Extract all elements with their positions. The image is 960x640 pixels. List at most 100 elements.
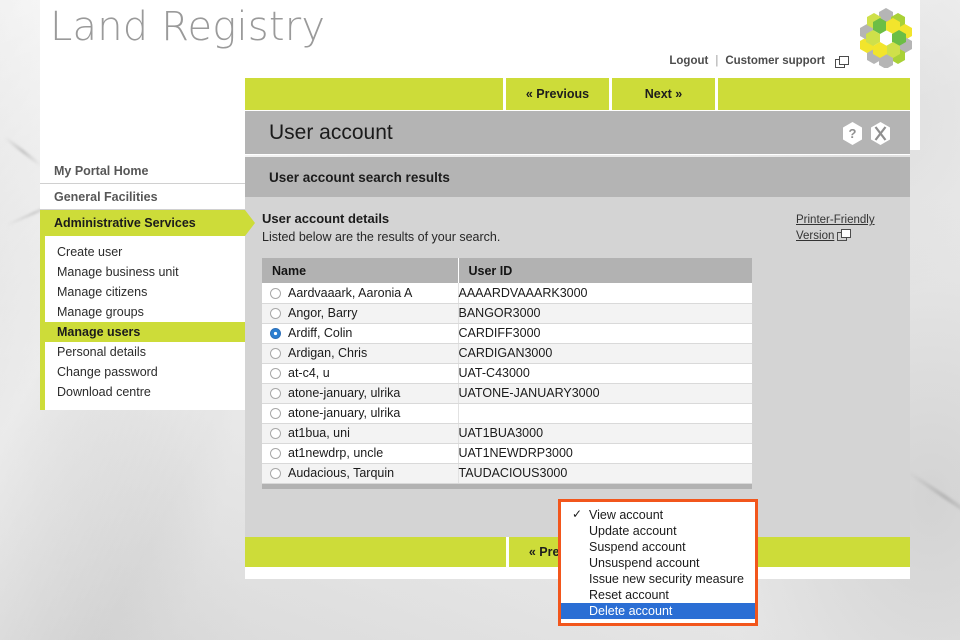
row-radio-button[interactable]	[270, 368, 281, 379]
check-icon: ✓	[572, 507, 582, 521]
table-row[interactable]: at-c4, uUAT-C43000	[262, 363, 752, 383]
table-row[interactable]: Audacious, TarquinTAUDACIOUS3000	[262, 463, 752, 483]
sidebar-active-label: Administrative Services	[54, 216, 196, 230]
top-navigation-bar: « Previous Next »	[245, 78, 910, 110]
row-radio-button[interactable]	[270, 408, 281, 419]
row-radio-button[interactable]	[270, 308, 281, 319]
row-radio-cell[interactable]	[262, 363, 288, 383]
sidebar-item-manage-users[interactable]: Manage users	[45, 322, 245, 342]
close-hex-icon[interactable]	[869, 121, 892, 146]
cell-name: atone-january, ulrika	[288, 383, 458, 403]
cell-user-id: UAT1NEWDRP3000	[458, 443, 752, 463]
menu-item-label: Suspend account	[589, 540, 686, 554]
row-radio-button[interactable]	[270, 288, 281, 299]
title-bar-icons: ?	[841, 121, 892, 146]
printer-friendly-line1[interactable]: Printer-Friendly	[796, 214, 875, 226]
table-row[interactable]: atone-january, ulrika	[262, 403, 752, 423]
sidebar-item-general-facilities[interactable]: General Facilities	[40, 184, 245, 210]
cell-name: atone-january, ulrika	[288, 403, 458, 423]
sidebar-item-download-centre[interactable]: Download centre	[45, 382, 245, 402]
row-radio-cell[interactable]	[262, 303, 288, 323]
main-content: « Previous Next » User account ? User ac…	[245, 78, 920, 552]
account-action-menu[interactable]: ✓ View account Update account Suspend accou…	[558, 499, 758, 626]
cell-name: Angor, Barry	[288, 303, 458, 323]
help-hex-icon[interactable]: ?	[841, 121, 864, 146]
svg-text:?: ?	[849, 126, 857, 141]
sidebar: My Portal Home General Facilities Adminis…	[40, 158, 245, 410]
menu-item-label: Issue new security measure	[589, 572, 744, 586]
row-radio-cell[interactable]	[262, 443, 288, 463]
cell-user-id: CARDIGAN3000	[458, 343, 752, 363]
sidebar-item-label: My Portal Home	[54, 164, 148, 178]
row-radio-button[interactable]	[270, 388, 281, 399]
logout-link[interactable]: Logout	[669, 55, 708, 67]
table-row[interactable]: Ardiff, ColinCARDIFF3000	[262, 323, 752, 343]
row-radio-cell[interactable]	[262, 283, 288, 303]
cell-user-id: CARDIFF3000	[458, 323, 752, 343]
sidebar-item-my-portal-home[interactable]: My Portal Home	[40, 158, 245, 184]
menu-item-label: View account	[589, 508, 663, 522]
sidebar-item-change-password[interactable]: Change password	[45, 362, 245, 382]
navbar-tail	[718, 78, 910, 110]
page-title: User account	[269, 121, 393, 145]
sidebar-item-administrative-services[interactable]: Administrative Services	[40, 210, 245, 236]
cell-user-id: AAAARDVAAARK3000	[458, 283, 752, 303]
menu-item-label: Unsuspend account	[589, 556, 700, 570]
table-header-row: Name User ID	[262, 258, 752, 283]
menu-item-delete-account[interactable]: Delete account	[561, 603, 755, 619]
sidebar-item-create-user[interactable]: Create user	[45, 242, 245, 262]
cell-user-id: UATONE-JANUARY3000	[458, 383, 752, 403]
sidebar-item-manage-citizens[interactable]: Manage citizens	[45, 282, 245, 302]
row-radio-cell[interactable]	[262, 423, 288, 443]
cell-name: Ardigan, Chris	[288, 343, 458, 363]
cell-name: at1bua, uni	[288, 423, 458, 443]
row-radio-cell[interactable]	[262, 323, 288, 343]
table-row[interactable]: atone-january, ulrikaUATONE-JANUARY3000	[262, 383, 752, 403]
navbar-spacer	[245, 537, 506, 567]
menu-item-view-account[interactable]: ✓ View account	[561, 507, 755, 523]
cell-name: Audacious, Tarquin	[288, 463, 458, 483]
table-row[interactable]: at1bua, uniUAT1BUA3000	[262, 423, 752, 443]
row-radio-button[interactable]	[270, 428, 281, 439]
row-radio-button[interactable]	[270, 468, 281, 479]
navbar-spacer	[245, 78, 503, 110]
row-radio-cell[interactable]	[262, 383, 288, 403]
customer-support-link[interactable]: Customer support	[725, 55, 825, 67]
cell-name: at1newdrp, uncle	[288, 443, 458, 463]
sidebar-item-manage-groups[interactable]: Manage groups	[45, 302, 245, 322]
row-radio-button[interactable]	[270, 448, 281, 459]
cell-user-id: UAT1BUA3000	[458, 423, 752, 443]
table-row[interactable]: Aardvaaark, Aaronia AAAAARDVAAARK3000	[262, 283, 752, 303]
title-bar: User account ?	[245, 111, 910, 155]
cell-name: at-c4, u	[288, 363, 458, 383]
table-body: Aardvaaark, Aaronia AAAAARDVAAARK3000Ang…	[262, 283, 752, 483]
hex-flower-logo-icon	[855, 6, 917, 68]
row-radio-cell[interactable]	[262, 463, 288, 483]
row-radio-button[interactable]	[270, 328, 281, 339]
menu-item-label: Update account	[589, 524, 677, 538]
sub-header: User account search results	[245, 157, 910, 197]
menu-item-issue-new-security-measure[interactable]: Issue new security measure	[561, 571, 755, 587]
sidebar-item-personal-details[interactable]: Personal details	[45, 342, 245, 362]
column-header-user-id[interactable]: User ID	[458, 258, 752, 283]
sidebar-item-manage-business-unit[interactable]: Manage business unit	[45, 262, 245, 282]
menu-item-suspend-account[interactable]: Suspend account	[561, 539, 755, 555]
column-header-name[interactable]: Name	[262, 258, 458, 283]
menu-item-reset-account[interactable]: Reset account	[561, 587, 755, 603]
previous-button-top[interactable]: « Previous	[506, 78, 609, 110]
table-row[interactable]: Ardigan, ChrisCARDIGAN3000	[262, 343, 752, 363]
menu-item-update-account[interactable]: Update account	[561, 523, 755, 539]
printer-friendly-line2[interactable]: Version	[796, 230, 834, 242]
brand-title: Land Registry	[50, 4, 325, 50]
top-utility-links: Logout | Customer support	[669, 55, 848, 67]
cell-name: Aardvaaark, Aaronia A	[288, 283, 458, 303]
next-button-top[interactable]: Next »	[612, 78, 715, 110]
row-radio-cell[interactable]	[262, 403, 288, 423]
printer-friendly-link[interactable]: Printer-Friendly Version	[796, 212, 888, 244]
links-divider: |	[715, 55, 718, 67]
row-radio-button[interactable]	[270, 348, 281, 359]
table-row[interactable]: at1newdrp, uncleUAT1NEWDRP3000	[262, 443, 752, 463]
menu-item-unsuspend-account[interactable]: Unsuspend account	[561, 555, 755, 571]
row-radio-cell[interactable]	[262, 343, 288, 363]
table-row[interactable]: Angor, BarryBANGOR3000	[262, 303, 752, 323]
